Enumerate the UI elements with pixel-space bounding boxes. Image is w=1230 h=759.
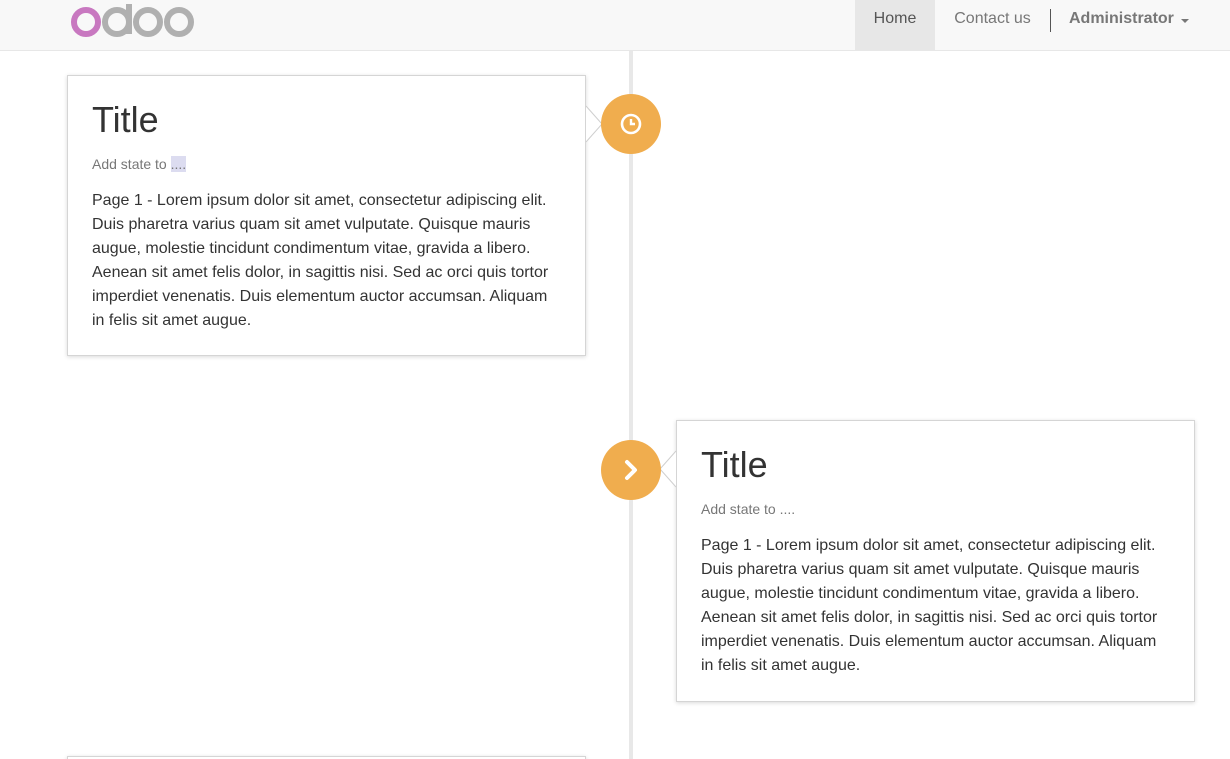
timeline-card: Title Add state to .... Page 1 - Lorem i… xyxy=(676,420,1195,702)
timeline-line xyxy=(629,51,633,759)
odoo-logo[interactable] xyxy=(71,4,201,40)
state-link[interactable]: .... xyxy=(170,156,187,172)
nav-divider xyxy=(1050,9,1051,32)
chevron-right-icon xyxy=(625,460,637,480)
user-name: Administrator xyxy=(1069,10,1174,27)
nav-home-link[interactable]: Home xyxy=(855,0,935,50)
card-body-text[interactable]: Page 1 - Lorem ipsum dolor sit amet, con… xyxy=(92,189,564,333)
card-state: Add state to .... xyxy=(701,501,795,517)
top-navbar: Home Contact us Administrator xyxy=(0,0,1230,51)
timeline-badge-clock xyxy=(601,94,661,154)
card-body-text[interactable]: Page 1 - Lorem ipsum dolor sit amet, con… xyxy=(701,534,1173,678)
card-title[interactable]: Title xyxy=(92,100,159,140)
card-title[interactable]: Title xyxy=(701,445,768,485)
timeline-card: Title Add state to .... Page 1 - Lorem i… xyxy=(67,75,586,356)
card-arrow-connector xyxy=(659,450,677,488)
state-prefix: Add state to xyxy=(92,156,171,172)
timeline-badge-chevron xyxy=(601,440,661,500)
caret-down-icon xyxy=(1180,18,1189,23)
clock-icon xyxy=(620,113,642,135)
state-prefix: Add state to xyxy=(701,501,780,517)
state-link[interactable]: .... xyxy=(780,501,796,517)
user-menu-dropdown[interactable]: Administrator xyxy=(1069,0,1189,50)
card-state: Add state to .... xyxy=(92,156,187,172)
nav-contact-link[interactable]: Contact us xyxy=(935,0,1050,50)
